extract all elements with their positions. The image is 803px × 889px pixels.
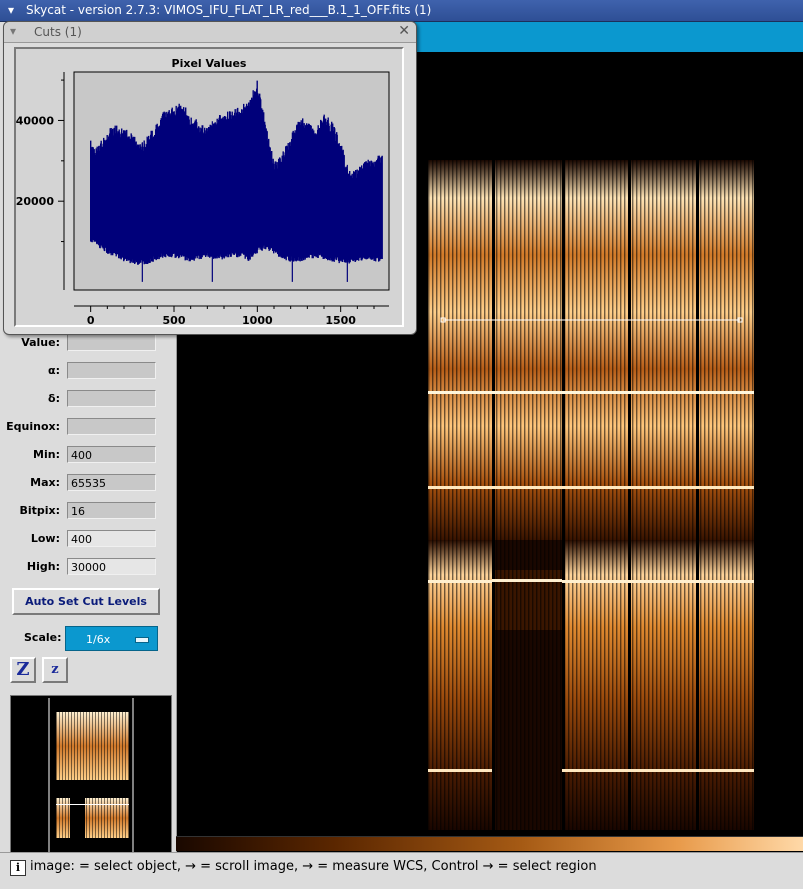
field-label-min: Min:	[33, 448, 60, 461]
cuts-window-title: Cuts (1)	[34, 25, 82, 39]
x-tick-label: 1000	[242, 314, 273, 325]
scale-value: 1/6x	[86, 633, 111, 646]
window-menu-icon[interactable]: ▾	[3, 3, 19, 17]
high-cut-input[interactable]: 30000	[67, 558, 156, 575]
colorbar[interactable]	[176, 836, 803, 851]
window-title: Skycat - version 2.7.3: VIMOS_IFU_FLAT_L…	[26, 3, 432, 17]
chevron-down-icon[interactable]: ▾	[10, 24, 16, 38]
menu-indicator-icon	[135, 637, 149, 643]
zoom-in-button[interactable]: Z	[10, 657, 36, 683]
main-title-bar[interactable]: ▾ Skycat - version 2.7.3: VIMOS_IFU_FLAT…	[0, 0, 803, 22]
field-label-high: High:	[26, 560, 60, 573]
fits-image[interactable]	[428, 100, 754, 832]
status-text: image: = select object, → = scroll image…	[30, 859, 597, 874]
field-label-alpha: α:	[48, 364, 60, 377]
equinox-field	[67, 418, 156, 435]
dec-field	[67, 390, 156, 407]
pixel-values-plot: Pixel Values 0 500 1000 1500 20000 40000	[14, 47, 404, 327]
field-label-equinox: Equinox:	[6, 420, 60, 433]
value-field	[67, 334, 156, 351]
y-tick-label: 40000	[16, 114, 54, 127]
zoom-out-button[interactable]: z	[42, 657, 68, 683]
status-bar: i image: = select object, → = scroll ima…	[0, 852, 803, 889]
field-label-bitpix: Bitpix:	[19, 504, 60, 517]
panner-thumbnail[interactable]	[10, 695, 172, 855]
field-label-delta: δ:	[48, 392, 60, 405]
x-tick-label: 500	[163, 314, 186, 325]
auto-set-cut-levels-button[interactable]: Auto Set Cut Levels	[12, 588, 160, 615]
cuts-title-bar[interactable]: ▾ Cuts (1) ✕	[4, 22, 416, 43]
scale-label: Scale:	[24, 631, 62, 644]
bitpix-field: 16	[67, 502, 156, 519]
cuts-window[interactable]: ▾ Cuts (1) ✕ Pixel Values 0 500 1000 1500 20…	[3, 21, 417, 335]
x-tick-label: 1500	[325, 314, 356, 325]
info-icon: i	[10, 860, 26, 876]
field-label-max: Max:	[30, 476, 60, 489]
field-label-value: Value:	[21, 336, 60, 349]
max-field: 65535	[67, 474, 156, 491]
close-icon[interactable]: ✕	[398, 23, 410, 39]
low-cut-input[interactable]: 400	[67, 530, 156, 547]
y-tick-label: 20000	[16, 195, 54, 208]
ra-field	[67, 362, 156, 379]
x-tick-label: 0	[87, 314, 95, 325]
field-label-low: Low:	[30, 532, 60, 545]
scale-menu[interactable]: 1/6x	[65, 626, 158, 651]
plot-canvas: 0 500 1000 1500 20000 40000	[16, 71, 390, 325]
min-field: 400	[67, 446, 156, 463]
